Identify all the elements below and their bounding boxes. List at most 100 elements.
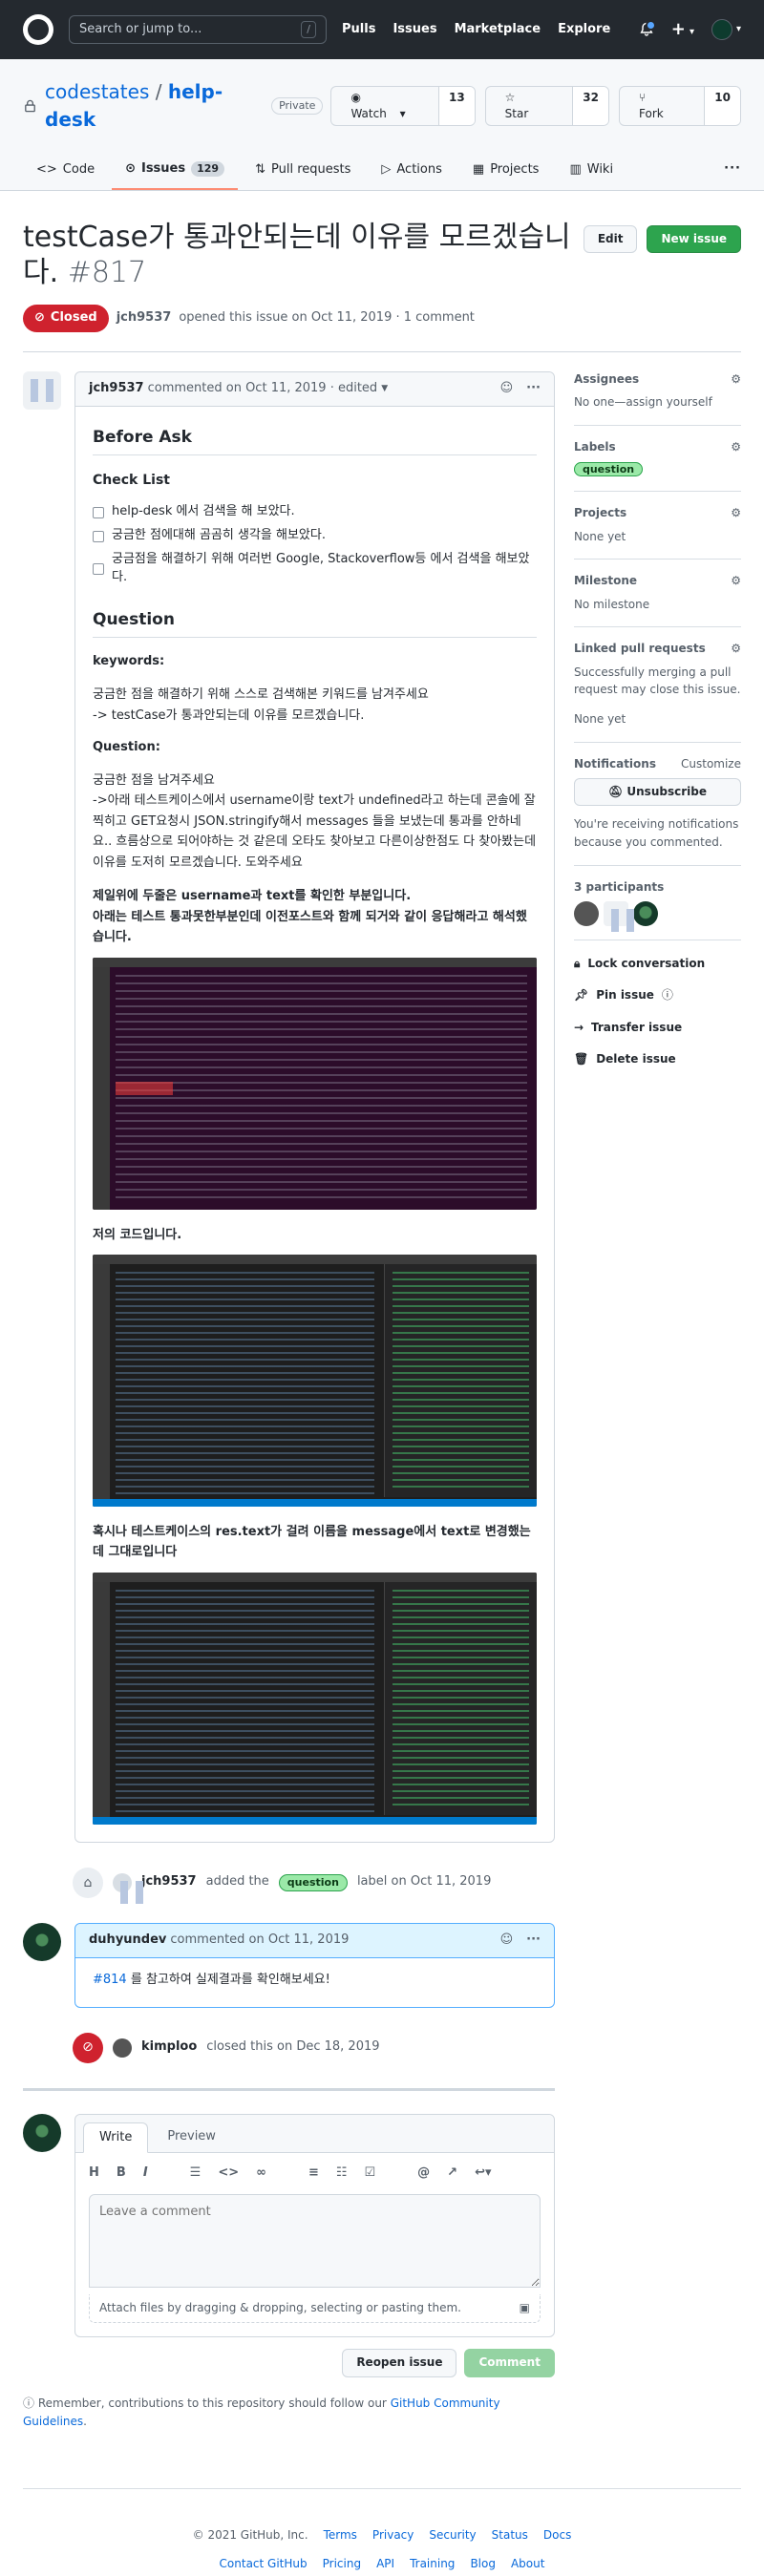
nav-issues[interactable]: Issues xyxy=(393,21,436,39)
kebab-menu-icon[interactable]: ··· xyxy=(526,380,541,398)
comment-meta[interactable]: commented on Oct 11, 2019 xyxy=(170,1932,349,1950)
footer-link-docs[interactable]: Docs xyxy=(543,2527,571,2544)
avatar[interactable] xyxy=(573,900,599,926)
link-icon[interactable]: ∞ xyxy=(256,2164,266,2183)
event-author-link[interactable]: jch9537 xyxy=(141,1873,197,1891)
attach-files-bar[interactable]: Attach files by dragging & dropping, sel… xyxy=(89,2294,541,2324)
tab-code[interactable]: <> Code xyxy=(23,153,108,190)
gear-icon[interactable]: ⚙ xyxy=(731,573,741,589)
footer-link-contact[interactable]: Contact GitHub xyxy=(220,2556,308,2572)
reopen-issue-button[interactable]: Reopen issue xyxy=(342,2349,457,2377)
nav-pulls[interactable]: Pulls xyxy=(342,21,375,39)
quote-icon[interactable]: ☰ xyxy=(190,2164,202,2183)
tab-projects[interactable]: ▦ Projects xyxy=(459,153,553,190)
issue-author-link[interactable]: jch9537 xyxy=(117,309,172,327)
footer-link-status[interactable]: Status xyxy=(492,2527,528,2544)
task-checkbox[interactable] xyxy=(93,506,104,518)
tab-wiki[interactable]: ▥ Wiki xyxy=(556,153,626,190)
gear-icon[interactable]: ⚙ xyxy=(731,439,741,455)
tab-issues[interactable]: ⊙ Issues 129 xyxy=(112,153,239,190)
pin-issue-button[interactable]: 📌︎ Pin issue ⓘ xyxy=(574,980,741,1011)
sidebar-heading[interactable]: Assignees xyxy=(574,371,639,388)
assign-yourself-link[interactable]: No one—assign yourself xyxy=(574,393,741,412)
cross-reference-icon[interactable]: ↗ xyxy=(447,2164,457,2183)
comment-author-link[interactable]: duhyundev xyxy=(89,1932,166,1950)
gear-icon[interactable]: ⚙ xyxy=(731,505,741,521)
tab-pull-requests[interactable]: ⇅ Pull requests xyxy=(242,153,364,190)
smiley-icon[interactable]: ☺ xyxy=(500,1932,514,1950)
label-question[interactable]: question xyxy=(278,1873,348,1891)
github-logo-icon[interactable] xyxy=(23,14,53,45)
avatar[interactable] xyxy=(632,900,658,926)
star-count[interactable]: 32 xyxy=(572,86,608,126)
sidebar-heading[interactable]: Projects xyxy=(574,505,626,521)
footer-link-training[interactable]: Training xyxy=(410,2556,455,2572)
search-input[interactable]: Search or jump to... / xyxy=(69,15,327,44)
caret-icon[interactable]: ▼ xyxy=(381,383,388,395)
transfer-issue-button[interactable]: → Transfer issue xyxy=(574,1012,741,1044)
ordered-list-icon[interactable]: ☷ xyxy=(336,2164,348,2183)
smiley-icon[interactable]: ☺ xyxy=(500,380,514,398)
fork-count[interactable]: 10 xyxy=(704,86,740,126)
sidebar-heading[interactable]: Linked pull requests xyxy=(574,641,706,657)
repo-owner-link[interactable]: codestates xyxy=(45,80,149,103)
issue-reference-link[interactable]: #814 xyxy=(93,1973,127,1987)
footer-link-security[interactable]: Security xyxy=(429,2527,476,2544)
new-issue-button[interactable]: New issue xyxy=(647,224,741,254)
tab-actions[interactable]: ▷ Actions xyxy=(368,153,456,190)
customize-link[interactable]: Customize xyxy=(681,756,741,772)
avatar[interactable] xyxy=(113,1872,143,1904)
avatar[interactable] xyxy=(603,900,634,932)
watch-count[interactable]: 13 xyxy=(437,86,475,126)
event-author-link[interactable]: kimploo xyxy=(141,2038,197,2057)
comment-author-link[interactable]: jch9537 xyxy=(89,380,144,398)
tab-preview[interactable]: Preview xyxy=(152,2122,231,2153)
sidebar-heading[interactable]: Labels xyxy=(574,439,616,455)
reply-icon[interactable]: ↩▾ xyxy=(475,2164,491,2183)
heading-icon[interactable]: H xyxy=(89,2164,99,2183)
avatar[interactable] xyxy=(23,1922,61,1961)
star-button[interactable]: ☆ Star 32 xyxy=(484,85,609,127)
more-menu-icon[interactable]: ··· xyxy=(724,153,741,190)
avatar[interactable] xyxy=(23,2113,61,2152)
nav-marketplace[interactable]: Marketplace xyxy=(455,21,541,39)
footer-link-privacy[interactable]: Privacy xyxy=(372,2527,414,2544)
comment-button[interactable]: Comment xyxy=(464,2349,555,2377)
lock-conversation-button[interactable]: 🔒︎ Lock conversation xyxy=(574,948,741,980)
markdown-icon[interactable]: ▣ xyxy=(520,2300,530,2316)
task-checkbox[interactable] xyxy=(93,563,104,575)
watch-button[interactable]: ◉ Watch ▾ 13 xyxy=(330,85,476,127)
code-screenshot[interactable] xyxy=(93,1572,537,1825)
task-checkbox[interactable] xyxy=(93,530,104,542)
terminal-screenshot[interactable] xyxy=(93,957,537,1210)
footer-link-api[interactable]: API xyxy=(376,2556,394,2572)
code-icon[interactable]: <> xyxy=(218,2164,239,2183)
footer-link-pricing[interactable]: Pricing xyxy=(323,2556,361,2572)
italic-icon[interactable]: I xyxy=(143,2164,148,2183)
sidebar-heading[interactable]: Milestone xyxy=(574,573,637,589)
bold-icon[interactable]: B xyxy=(117,2164,126,2183)
unsubscribe-button[interactable]: 🔕︎ Unsubscribe xyxy=(573,777,741,807)
mention-icon[interactable]: @ xyxy=(417,2164,430,2183)
kebab-menu-icon[interactable]: ··· xyxy=(526,1932,541,1950)
avatar[interactable] xyxy=(23,370,61,410)
delete-issue-button[interactable]: 🗑︎ Delete issue xyxy=(574,1044,741,1075)
footer-link-blog[interactable]: Blog xyxy=(470,2556,496,2572)
unordered-list-icon[interactable]: ≡ xyxy=(308,2164,319,2183)
avatar[interactable] xyxy=(113,2038,132,2058)
notification-bell-icon[interactable] xyxy=(639,20,656,37)
label-question[interactable]: question xyxy=(573,462,644,477)
footer-link-terms[interactable]: Terms xyxy=(324,2527,357,2544)
footer-link-about[interactable]: About xyxy=(511,2556,544,2572)
edit-title-button[interactable]: Edit xyxy=(583,224,638,254)
nav-explore[interactable]: Explore xyxy=(558,21,610,39)
gear-icon[interactable]: ⚙ xyxy=(731,641,741,657)
code-screenshot[interactable] xyxy=(93,1254,537,1507)
fork-button[interactable]: ⑂ Fork 10 xyxy=(619,85,741,127)
task-list-icon[interactable]: ☑ xyxy=(365,2164,376,2183)
gear-icon[interactable]: ⚙ xyxy=(731,371,741,388)
tab-write[interactable]: Write xyxy=(83,2122,149,2154)
comment-textarea[interactable] xyxy=(89,2194,541,2289)
user-menu[interactable]: ▾ xyxy=(711,19,741,40)
comment-meta[interactable]: commented on Oct 11, 2019 · edited xyxy=(148,380,378,398)
